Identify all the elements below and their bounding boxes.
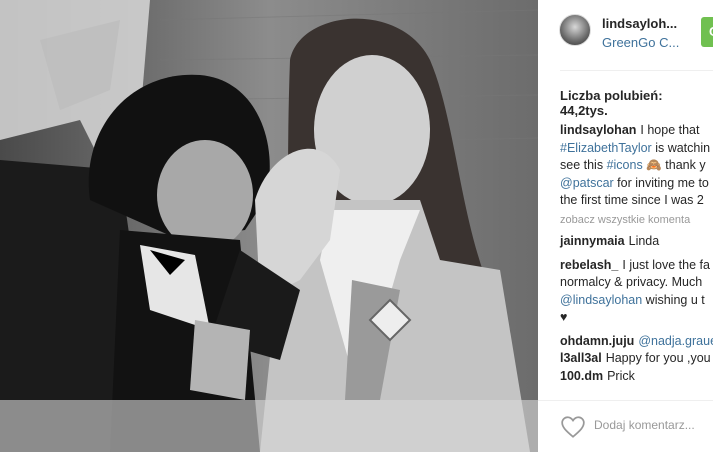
hashtag-link[interactable]: #icons <box>607 158 643 172</box>
mention-link[interactable]: @patscar <box>560 176 614 190</box>
divider <box>560 70 713 71</box>
post-photo[interactable] <box>0 0 538 452</box>
comment-text: Prick <box>607 368 635 383</box>
follow-button[interactable]: O <box>701 17 713 47</box>
comment-item: ohdamn.juju @nadja.graue <box>560 333 713 351</box>
post-footer: Dodaj komentarz... <box>538 400 713 452</box>
comment-item: rebelash_ I just love the fa <box>560 257 713 275</box>
caption-text: see this <box>560 158 604 172</box>
caption-text: I hope that <box>640 123 700 137</box>
comment-username[interactable]: l3all3al <box>560 351 602 365</box>
photo-illustration <box>0 0 538 452</box>
comment-item: l3all3al Happy for you ,you <box>560 350 713 368</box>
comment-username[interactable]: jainnymaia <box>560 234 625 248</box>
caption-text: the first time since I was 2 <box>560 193 704 207</box>
username-link[interactable]: lindsayloh... <box>602 16 677 31</box>
caption-line: @patscar for inviting me to <box>560 175 713 193</box>
caption-line: lindsaylohan I hope that <box>560 122 713 140</box>
heart-icon[interactable] <box>560 415 586 439</box>
comment-text: Happy for you ,you <box>605 351 711 365</box>
likes-label: Liczba polubień: <box>560 88 663 103</box>
location-link[interactable]: GreenGo C... <box>602 35 679 50</box>
view-all-comments-link[interactable]: zobacz wszystkie komenta <box>560 212 713 230</box>
comment-item: jainnymaia Linda <box>560 233 713 251</box>
mention-link[interactable]: @lindsaylohan <box>560 293 642 307</box>
post-header: lindsayloh... GreenGo C... O <box>538 0 713 70</box>
comment-text: normalcy & privacy. Much <box>560 275 703 289</box>
avatar[interactable] <box>559 14 591 46</box>
caption-line: #ElizabethTaylor is watchin <box>560 140 713 158</box>
likes-value: 44,2tys. <box>560 103 608 118</box>
caption-line: see this #icons 🙈 thank y <box>560 157 713 175</box>
comment-username[interactable]: 100.dm <box>560 369 603 383</box>
caption-text: is watchin <box>655 140 711 155</box>
black-heart-icon: ♥ <box>560 310 568 324</box>
caption-username[interactable]: lindsaylohan <box>560 123 636 137</box>
add-comment-input[interactable]: Dodaj komentarz... <box>594 418 695 432</box>
monkey-emoji-icon: 🙈 <box>646 158 662 172</box>
comment-item: normalcy & privacy. Much <box>560 274 713 292</box>
hashtag-link[interactable]: #ElizabethTaylor <box>560 141 652 155</box>
mention-link[interactable]: @nadja.graue <box>638 334 713 348</box>
post-sidebar: lindsayloh... GreenGo C... O Liczba polu… <box>538 0 713 452</box>
comment-item: @lindsaylohan wishing u t <box>560 292 713 310</box>
comment-text: Linda <box>628 234 660 248</box>
comment-text: wishing u t <box>645 292 705 307</box>
comments-list: lindsaylohan I hope that #ElizabethTaylor… <box>560 122 713 385</box>
likes-count[interactable]: Liczba polubień: 44,2tys. <box>560 88 713 118</box>
comment-text: I just love the fa <box>622 257 710 272</box>
caption-text: thank y <box>665 158 706 172</box>
comment-item: ♥ <box>560 309 713 327</box>
comment-item: 100.dm Prick <box>560 368 713 386</box>
caption-line: the first time since I was 2 <box>560 192 713 210</box>
comment-username[interactable]: rebelash_ <box>560 258 618 272</box>
caption-text: for inviting me to <box>617 175 709 190</box>
comment-username[interactable]: ohdamn.juju <box>560 334 634 348</box>
